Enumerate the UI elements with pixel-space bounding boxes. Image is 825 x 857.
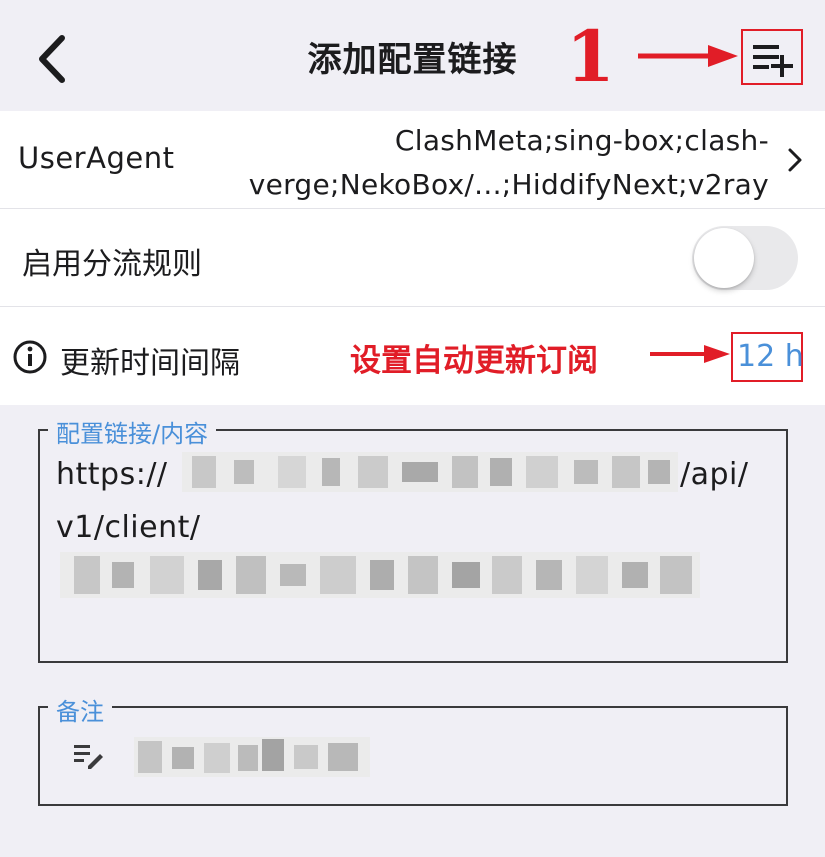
add-subscription-button[interactable]	[741, 29, 803, 85]
app-header: 添加配置链接 1	[0, 0, 825, 110]
annotation-arrow-1	[638, 45, 738, 67]
toggle-knob	[694, 228, 754, 288]
user-agent-value: ClashMeta;sing-box;clash-verge;NekoBox/.…	[248, 124, 769, 201]
routing-rules-label: 启用分流规则	[22, 247, 202, 282]
playlist-add-icon	[753, 45, 793, 77]
annotation-step-number: 1	[566, 15, 615, 98]
redacted-token-pixels	[60, 552, 700, 598]
info-icon	[13, 340, 47, 374]
chevron-right-icon	[788, 148, 802, 172]
notes-edit-icon	[74, 745, 103, 769]
update-interval-label: 更新时间间隔	[60, 346, 240, 381]
update-interval-value[interactable]: 12 h	[737, 339, 804, 374]
annotation-arrow-2	[650, 345, 730, 363]
redacted-host-pixels	[182, 452, 678, 492]
link-line-2: v1/client/	[56, 510, 201, 545]
config-link-legend: 配置链接/内容	[48, 414, 217, 449]
annotation-auto-update: 设置自动更新订阅	[350, 343, 598, 379]
note-legend: 备注	[48, 692, 112, 727]
user-agent-row[interactable]: UserAgent ClashMeta;sing-box;clash-verge…	[0, 111, 825, 208]
user-agent-label: UserAgent	[18, 141, 175, 175]
link-mid: /api/	[680, 457, 749, 492]
link-prefix: https://	[56, 457, 168, 492]
routing-rules-toggle[interactable]	[692, 226, 798, 290]
redacted-note-pixels	[134, 737, 370, 777]
